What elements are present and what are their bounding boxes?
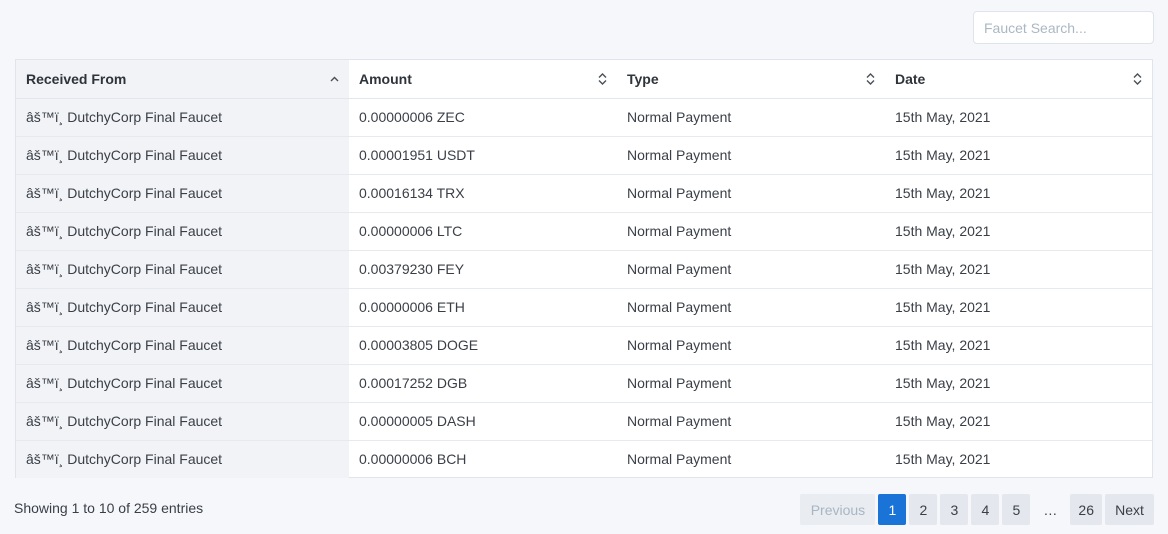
page: Received From Amount Type (0, 0, 1168, 534)
table-row: âš™ï¸ DutchyCorp Final Faucet 0.00016134… (16, 174, 1152, 213)
cell-date: 15th May, 2021 (885, 98, 1152, 137)
cell-type: Normal Payment (617, 402, 885, 441)
pagination: Previous 1 2 3 4 5 … 26 Next (800, 494, 1154, 525)
cell-date: 15th May, 2021 (885, 288, 1152, 327)
cell-date: 15th May, 2021 (885, 326, 1152, 365)
sort-both-icon (1133, 72, 1142, 85)
cell-type: Normal Payment (617, 326, 885, 365)
entries-info: Showing 1 to 10 of 259 entries (14, 500, 204, 516)
page-button-2[interactable]: 2 (909, 494, 938, 525)
cell-type: Normal Payment (627, 451, 732, 468)
cell-received-from: âš™ï¸ DutchyCorp Final Faucet (16, 174, 349, 213)
cell-received-from: âš™ï¸ DutchyCorp Final Faucet (16, 98, 349, 137)
table-row: âš™ï¸ DutchyCorp Final Faucet 0.00000006… (16, 288, 1152, 327)
pagination-ellipsis: … (1043, 501, 1058, 518)
header-label: Type (627, 70, 659, 87)
cell-date: 15th May, 2021 (895, 451, 991, 468)
next-page-button[interactable]: Next (1105, 494, 1154, 525)
cell-date: 15th May, 2021 (885, 174, 1152, 213)
cell-amount: 0.00017252 DGB (349, 364, 617, 403)
table-row: âš™ï¸ DutchyCorp Final Faucet 0.00000006… (16, 98, 1152, 137)
cell-type: Normal Payment (617, 212, 885, 251)
sort-both-icon (866, 72, 875, 85)
previous-page-button[interactable]: Previous (800, 494, 876, 525)
page-button-26[interactable]: 26 (1070, 494, 1102, 525)
cell-type: Normal Payment (617, 364, 885, 403)
cell-type: Normal Payment (617, 250, 885, 289)
header-label: Received From (26, 70, 127, 87)
faucet-search-input[interactable] (973, 11, 1154, 44)
sort-both-icon (598, 72, 607, 85)
cell-date: 15th May, 2021 (885, 212, 1152, 251)
table-row: âš™ï¸ DutchyCorp Final Faucet 0.00000005… (16, 402, 1152, 441)
search-wrap (973, 11, 1154, 44)
cell-type: Normal Payment (617, 98, 885, 137)
cell-received-from: âš™ï¸ DutchyCorp Final Faucet (16, 288, 349, 327)
cell-received-from: âš™ï¸ DutchyCorp Final Faucet (16, 326, 349, 365)
payments-table-wrap: Received From Amount Type Date âš™ï¸ Dut… (15, 59, 1153, 478)
cell-date: 15th May, 2021 (885, 250, 1152, 289)
page-button-1[interactable]: 1 (878, 494, 907, 525)
cell-amount: 0.00000006 LTC (349, 212, 617, 251)
cell-type: Normal Payment (617, 174, 885, 213)
cell-amount: 0.00001951 USDT (349, 136, 617, 175)
table-row: âš™ï¸ DutchyCorp Final Faucet 0.00001951… (16, 136, 1152, 175)
cell-type: Normal Payment (617, 136, 885, 175)
table-row: âš™ï¸ DutchyCorp Final Faucet 0.00000006… (16, 212, 1152, 251)
table-header-row: Received From Amount Type Date (16, 60, 1152, 99)
cell-received-from: âš™ï¸ DutchyCorp Final Faucet (16, 364, 349, 403)
cell-received-from: âš™ï¸ DutchyCorp Final Faucet (16, 212, 349, 251)
page-button-5[interactable]: 5 (1002, 494, 1031, 525)
cell-amount: 0.00003805 DOGE (349, 326, 617, 365)
header-received-from[interactable]: Received From (16, 60, 349, 99)
page-button-3[interactable]: 3 (940, 494, 969, 525)
cell-type: Normal Payment (617, 288, 885, 327)
cell-received-from: âš™ï¸ DutchyCorp Final Faucet (16, 440, 349, 478)
header-type[interactable]: Type (617, 60, 885, 99)
cell-date: 15th May, 2021 (885, 136, 1152, 175)
header-date[interactable]: Date (885, 60, 1152, 99)
cell-amount: 0.00016134 TRX (349, 174, 617, 213)
cell-amount: 0.00000006 ZEC (349, 98, 617, 137)
page-button-4[interactable]: 4 (971, 494, 1000, 525)
cell-date: 15th May, 2021 (885, 364, 1152, 403)
payments-table: Received From Amount Type Date âš™ï¸ Dut… (16, 60, 1152, 478)
cell-amount: 0.00000006 BCH (359, 451, 467, 468)
header-label: Date (895, 70, 926, 87)
cell-received-from: âš™ï¸ DutchyCorp Final Faucet (16, 136, 349, 175)
cell-received-from: âš™ï¸ DutchyCorp Final Faucet (16, 402, 349, 441)
sort-asc-icon (330, 76, 339, 82)
cell-amount: 0.00000006 ETH (349, 288, 617, 327)
table-row: âš™ï¸ DutchyCorp Final Faucet 0.00017252… (16, 364, 1152, 403)
header-label: Amount (359, 70, 412, 87)
cell-amount: 0.00000005 DASH (349, 402, 617, 441)
table-row: âš™ï¸ DutchyCorp Final Faucet 0.00000006… (16, 440, 1152, 478)
cell-amount: 0.00379230 FEY (349, 250, 617, 289)
table-row: âš™ï¸ DutchyCorp Final Faucet 0.00379230… (16, 250, 1152, 289)
cell-received-from: âš™ï¸ DutchyCorp Final Faucet (16, 250, 349, 289)
cell-date: 15th May, 2021 (885, 402, 1152, 441)
table-row: âš™ï¸ DutchyCorp Final Faucet 0.00003805… (16, 326, 1152, 365)
header-amount[interactable]: Amount (349, 60, 617, 99)
